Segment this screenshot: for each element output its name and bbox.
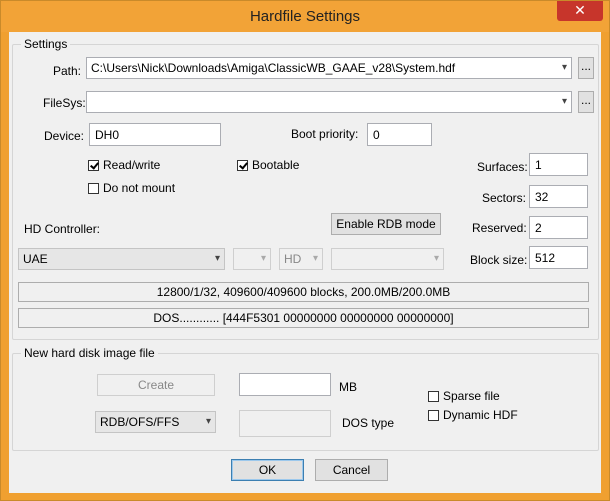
chevron-down-icon: ▾ xyxy=(214,253,220,264)
path-combo[interactable]: C:\Users\Nick\Downloads\Amiga\ClassicWB_… xyxy=(86,57,572,79)
do-not-mount-checkbox[interactable]: Do not mount xyxy=(88,181,175,195)
dos-type-input[interactable] xyxy=(239,410,331,437)
sparse-file-checkbox[interactable]: Sparse file xyxy=(428,389,500,403)
block-size-input[interactable]: 512 xyxy=(529,246,588,269)
read-write-checkbox[interactable]: Read/write xyxy=(88,158,160,172)
mb-label: MB xyxy=(339,380,357,394)
checkmark-icon xyxy=(88,160,99,171)
checkbox-empty-icon xyxy=(88,183,99,194)
chevron-down-icon: ▾ xyxy=(561,96,567,107)
block-size-label: Block size: xyxy=(470,253,528,267)
cancel-button[interactable]: Cancel xyxy=(315,459,388,481)
dialog-client-area: Settings Path: C:\Users\Nick\Downloads\A… xyxy=(9,32,601,493)
bootable-label: Bootable xyxy=(252,158,300,172)
surfaces-label: Surfaces: xyxy=(477,160,528,174)
filesystem-value: RDB/OFS/FFS xyxy=(100,415,180,429)
geometry-info: 12800/1/32, 409600/409600 blocks, 200.0M… xyxy=(18,282,589,302)
dynamic-hdf-label: Dynamic HDF xyxy=(443,408,518,422)
title-bar[interactable]: Hardfile Settings ✕ xyxy=(1,1,609,32)
filesys-label: FileSys: xyxy=(43,96,86,110)
checkbox-empty-icon xyxy=(428,391,439,402)
hd-extra-select[interactable]: ▾ xyxy=(331,248,444,270)
dos-type-label: DOS type xyxy=(342,416,395,430)
chevron-down-icon: ▾ xyxy=(433,253,439,264)
sparse-file-label: Sparse file xyxy=(443,389,500,403)
hd-controller-label: HD Controller: xyxy=(24,222,101,236)
filesystem-select[interactable]: RDB/OFS/FFS ▾ xyxy=(95,411,216,433)
image-size-input[interactable] xyxy=(239,373,331,396)
hd-type-select[interactable]: HD ▾ xyxy=(279,248,323,270)
chevron-down-icon: ▾ xyxy=(205,416,211,427)
hd-type-value: HD xyxy=(284,252,302,266)
device-label: Device: xyxy=(44,129,85,143)
settings-group-label: Settings xyxy=(21,37,71,51)
chevron-down-icon: ▾ xyxy=(260,253,266,264)
boot-priority-input[interactable]: 0 xyxy=(367,123,432,146)
close-button[interactable]: ✕ xyxy=(557,1,603,21)
checkmark-icon xyxy=(237,160,248,171)
chevron-down-icon: ▾ xyxy=(561,62,567,73)
hd-controller-value: UAE xyxy=(23,252,48,266)
surfaces-input[interactable]: 1 xyxy=(529,153,588,176)
device-input[interactable]: DH0 xyxy=(89,123,221,146)
chevron-down-icon: ▾ xyxy=(312,253,318,264)
new-image-group-label: New hard disk image file xyxy=(21,346,158,360)
sectors-input[interactable]: 32 xyxy=(529,185,588,208)
filesys-combo[interactable]: ▾ xyxy=(86,91,572,113)
boot-priority-label: Boot priority: xyxy=(291,127,359,141)
bootable-checkbox[interactable]: Bootable xyxy=(237,158,299,172)
dos-info: DOS............ [444F5301 00000000 00000… xyxy=(18,308,589,328)
path-browse-button[interactable]: ... xyxy=(578,57,594,79)
hd-controller-select[interactable]: UAE ▾ xyxy=(18,248,225,270)
hardfile-settings-window: Hardfile Settings ✕ Settings Path: C:\Us… xyxy=(0,0,610,501)
filesys-browse-button[interactable]: ... xyxy=(578,91,594,113)
hd-unit-select[interactable]: ▾ xyxy=(233,248,271,270)
read-write-label: Read/write xyxy=(103,158,161,172)
ok-button[interactable]: OK xyxy=(231,459,304,481)
dynamic-hdf-checkbox[interactable]: Dynamic HDF xyxy=(428,408,518,422)
reserved-label: Reserved: xyxy=(472,221,527,235)
do-not-mount-label: Do not mount xyxy=(103,181,176,195)
checkbox-empty-icon xyxy=(428,410,439,421)
path-value: C:\Users\Nick\Downloads\Amiga\ClassicWB_… xyxy=(91,61,456,75)
reserved-input[interactable]: 2 xyxy=(529,216,588,239)
create-button[interactable]: Create xyxy=(97,374,215,396)
enable-rdb-mode-button[interactable]: Enable RDB mode xyxy=(331,213,441,235)
path-label: Path: xyxy=(53,64,82,78)
window-title: Hardfile Settings xyxy=(249,8,361,25)
sectors-label: Sectors: xyxy=(482,191,527,205)
